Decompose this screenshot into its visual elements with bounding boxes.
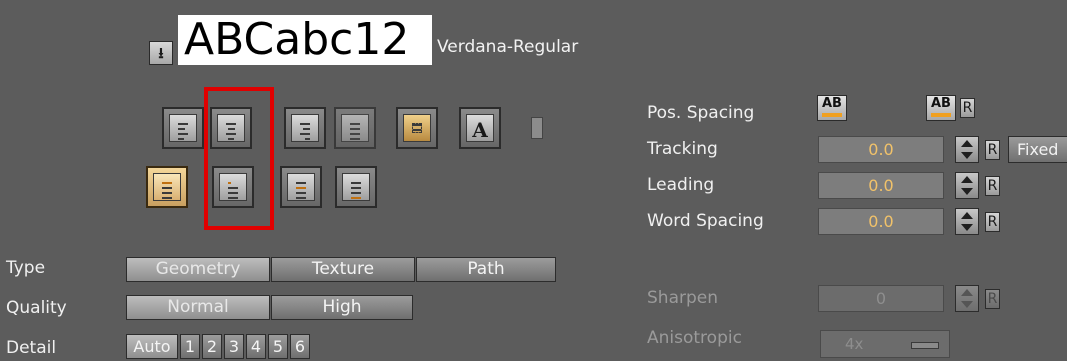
leading-reset-button[interactable]: R [985,176,1000,196]
sharpen-field[interactable]: 0 [818,285,944,312]
type-path-button[interactable]: Path [416,257,556,282]
align-justify-icon [341,114,369,142]
valign-top-button[interactable] [146,166,188,208]
leading-stepper[interactable] [955,172,979,199]
tracking-reset-button[interactable]: R [985,140,1000,160]
detail-3-button[interactable]: 3 [224,334,244,359]
sharpen-stepper[interactable] [955,285,979,312]
align-justify-button[interactable] [334,107,376,149]
pos-spacing-ab-icon-2[interactable]: AB [926,95,956,121]
detail-1-button[interactable]: 1 [180,334,200,359]
align-left-icon [169,114,197,142]
valign-center-icon [287,173,315,201]
detail-label: Detail [6,338,57,358]
quality-high-button[interactable]: High [271,295,413,320]
small-option-button[interactable] [531,117,543,139]
type-geometry-button[interactable]: Geometry [126,257,270,282]
word-spacing-stepper[interactable] [955,208,979,235]
dropdown-handle-icon [911,342,939,349]
tracking-fixed-button[interactable]: Fixed [1008,136,1067,163]
type-label: Type [6,258,46,278]
detail-5-button[interactable]: 5 [268,334,288,359]
sharpen-reset-button[interactable]: R [985,289,1000,309]
text-box-button[interactable] [396,107,438,149]
leading-field[interactable]: 0.0 [818,172,944,199]
valign-top-icon [153,173,181,201]
font-name-label: Verdana-Regular [437,37,579,57]
leading-label: Leading [647,175,715,195]
text-box-icon [403,114,431,142]
align-right-button[interactable] [284,107,326,149]
pos-spacing-label: Pos. Spacing [647,103,755,123]
detail-4-button[interactable]: 4 [246,334,266,359]
detail-auto-button[interactable]: Auto [126,334,178,359]
glyph-a-icon: A [466,114,494,142]
font-download-button[interactable]: ⭳ [149,41,173,65]
detail-2-button[interactable]: 2 [202,334,222,359]
tracking-stepper[interactable] [955,136,979,163]
word-spacing-field[interactable]: 0.0 [818,208,944,235]
valign-bottom-button[interactable] [335,166,377,208]
word-spacing-label: Word Spacing [647,211,764,231]
valign-bottom-icon [342,173,370,201]
sharpen-label: Sharpen [647,288,718,308]
align-right-icon [291,114,319,142]
valign-center-button[interactable] [280,166,322,208]
highlight-box [204,87,274,230]
anisotropic-dropdown[interactable]: 4x [820,330,950,358]
tracking-field[interactable]: 0.0 [818,136,944,163]
glyph-a-button[interactable]: A [459,107,501,149]
font-preview[interactable]: ABCabc12 [178,15,432,65]
tracking-label: Tracking [647,139,718,159]
pos-spacing-ab-icon[interactable]: AB [817,95,847,121]
detail-6-button[interactable]: 6 [290,334,310,359]
word-spacing-reset-button[interactable]: R [985,212,1000,232]
quality-label: Quality [6,298,67,318]
pos-spacing-reset-button[interactable]: R [960,98,975,118]
quality-normal-button[interactable]: Normal [126,295,270,320]
type-texture-button[interactable]: Texture [271,257,415,282]
anisotropic-label: Anisotropic [647,328,742,348]
align-left-button[interactable] [162,107,204,149]
